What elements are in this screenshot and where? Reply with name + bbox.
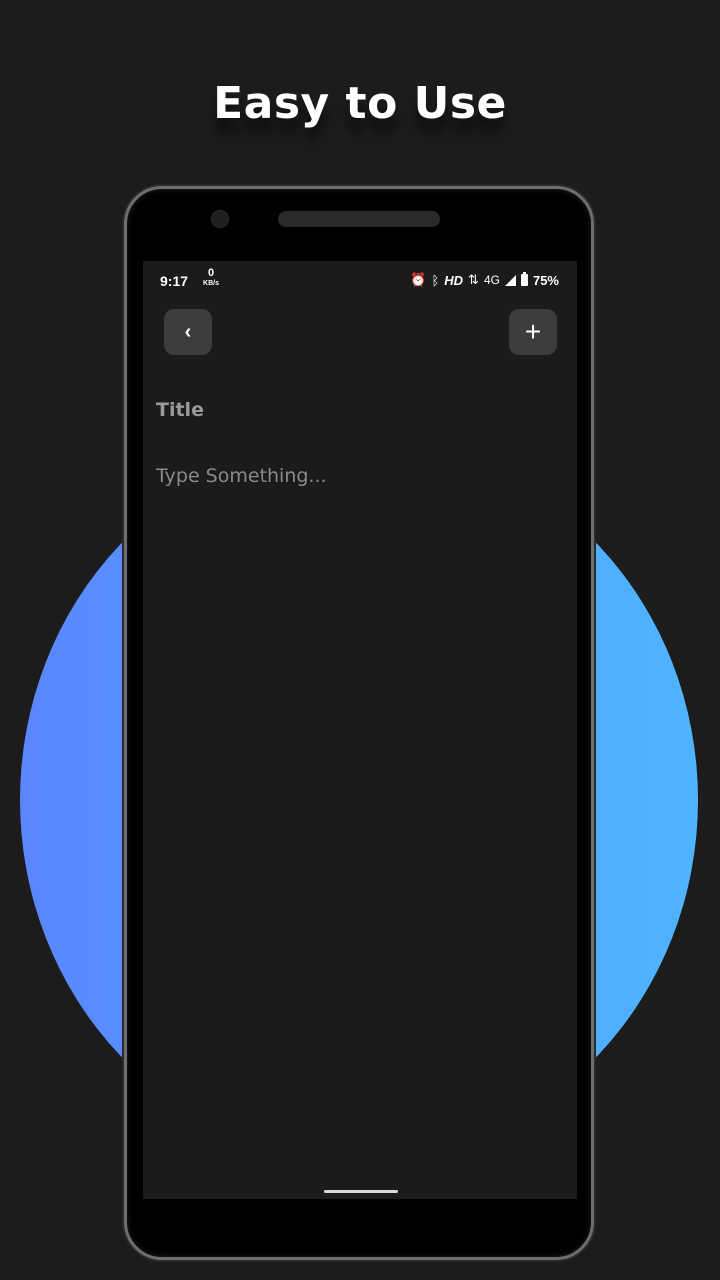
back-button[interactable]: ‹ <box>164 309 212 355</box>
hd-label: HD <box>444 272 464 288</box>
data-arrows-icon: ⇅ <box>468 272 479 287</box>
plus-icon: + <box>524 316 542 347</box>
bluetooth-icon: ᛒ <box>431 272 440 288</box>
network-type: 4G <box>483 273 500 287</box>
signal-icon <box>504 274 516 286</box>
add-button[interactable]: + <box>509 309 557 355</box>
network-speed: 0 KB/s <box>199 267 223 288</box>
promo-headline: Easy to Use <box>213 78 507 129</box>
status-bar: 9:17 0 KB/s ⏰ ᛒ HD ⇅ 4G 75% <box>143 261 577 301</box>
battery-percent: 75% <box>532 272 559 288</box>
chevron-left-icon: ‹ <box>184 320 192 343</box>
phone-frame: 9:17 0 KB/s ⏰ ᛒ HD ⇅ 4G 75% ‹ + Title Ty… <box>124 186 594 1260</box>
camera-dot <box>211 210 229 228</box>
network-speed-unit: KB/s <box>203 280 219 287</box>
home-indicator[interactable] <box>324 1190 398 1193</box>
alarm-icon: ⏰ <box>410 272 427 287</box>
battery-icon <box>520 272 528 286</box>
earpiece-speaker <box>278 211 440 227</box>
title-input[interactable]: Title <box>156 399 204 421</box>
phone-screen: 9:17 0 KB/s ⏰ ᛒ HD ⇅ 4G 75% ‹ + Title Ty… <box>143 261 577 1199</box>
status-icons: ⏰ ᛒ HD ⇅ 4G 75% <box>410 272 559 288</box>
network-speed-value: 0 <box>207 267 215 279</box>
status-time: 9:17 <box>160 273 189 289</box>
note-body-input[interactable]: Type Something... <box>156 465 327 487</box>
